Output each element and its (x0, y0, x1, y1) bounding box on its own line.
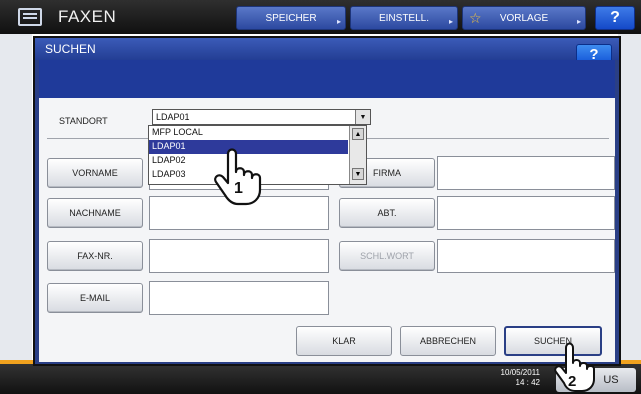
vorname-button[interactable]: VORNAME (47, 158, 143, 188)
dropdown-scrollbar[interactable]: ▲ ▼ (349, 126, 366, 184)
firma-field[interactable] (437, 156, 615, 190)
arrow-right-icon: ▸ (448, 17, 453, 26)
star-icon: ☆ (469, 10, 482, 26)
dialog-title: SUCHEN (45, 42, 96, 56)
klar-button[interactable]: KLAR (296, 326, 392, 356)
email-button[interactable]: E-MAIL (47, 283, 143, 313)
email-field[interactable] (149, 281, 329, 315)
fax-nr-field[interactable] (149, 239, 329, 273)
scroll-up-icon[interactable]: ▲ (352, 128, 364, 140)
search-dialog: SUCHEN ? STANDORT LDAP01 ▼ VORNAME NACHN… (33, 36, 621, 366)
einstell-label: EINSTELL. (378, 12, 430, 24)
hand-pointer-icon: 1 (214, 148, 262, 206)
schl-wort-field[interactable] (437, 239, 615, 273)
abt-field[interactable] (437, 196, 615, 230)
abbrechen-button[interactable]: ABBRECHEN (400, 326, 496, 356)
speicher-label: SPEICHER (265, 12, 317, 24)
location-select[interactable]: LDAP01 ▼ (152, 109, 371, 125)
abt-button[interactable]: ABT. (339, 198, 435, 228)
dropdown-item[interactable]: MFP LOCAL (149, 126, 348, 140)
status-bar (0, 364, 641, 394)
chevron-down-icon[interactable]: ▼ (355, 110, 370, 124)
speicher-button[interactable]: SPEICHER ▸ (236, 6, 346, 30)
dialog-header-band (39, 60, 615, 98)
nachname-button[interactable]: NACHNAME (47, 198, 143, 228)
time-text: 14 : 42 (515, 378, 540, 387)
location-label: STANDORT (59, 116, 108, 126)
arrow-right-icon: ▸ (576, 17, 581, 26)
fax-icon (18, 8, 42, 26)
vorlage-button[interactable]: ☆ VORLAGE ▸ (462, 6, 586, 30)
vorlage-label: VORLAGE (499, 12, 549, 24)
schl-wort-button: SCHL.WORT (339, 241, 435, 271)
scroll-down-icon[interactable]: ▼ (352, 168, 364, 180)
date-time: 10/05/2011 14 : 42 (470, 368, 540, 388)
einstell-button[interactable]: EINSTELL. ▸ (350, 6, 458, 30)
job-status-label: US (603, 374, 619, 386)
location-value: LDAP01 (156, 112, 190, 122)
fax-nr-button[interactable]: FAX-NR. (47, 241, 143, 271)
date-text: 10/05/2011 (500, 368, 540, 377)
callout-2: 2 (568, 373, 576, 390)
dialog-titlebar: SUCHEN (35, 38, 619, 60)
arrow-right-icon: ▸ (336, 17, 341, 26)
callout-1: 1 (234, 180, 243, 197)
hand-pointer-icon: 2 (554, 342, 595, 392)
background-panel-right (618, 34, 641, 364)
help-button[interactable]: ? (595, 6, 635, 30)
background-panel-left (0, 34, 32, 364)
app-title: FAXEN (58, 7, 117, 26)
